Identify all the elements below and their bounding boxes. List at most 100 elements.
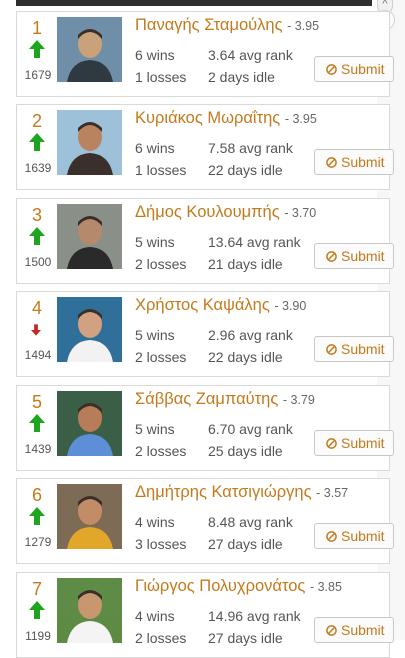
player-score: - 3.95 [287, 19, 320, 33]
losses-count: 2 losses [135, 256, 187, 272]
rank-number: 4 [31, 298, 42, 318]
wins-count: 4 wins [135, 514, 175, 530]
player-card: 7 1199 Γιώργος Πολυχρονάτος - 3.85 4 wins 2 … [16, 572, 394, 658]
player-name[interactable]: Παναγής Σταμούλης - 3.95 [135, 16, 319, 35]
wins-count: 5 wins [135, 421, 175, 437]
player-card: 5 1439 Σάββας Ζαμπαύτης - 3.79 5 wins 2 loss… [16, 385, 394, 471]
player-card: 6 1279 Δημήτρης Κατσιγιώργης - 3.57 4 wins 3… [16, 478, 394, 564]
wins-count: 6 wins [135, 140, 175, 156]
avg-rank: 3.64 avg rank [208, 47, 293, 63]
player-card: 1 1679 Παναγής Σταμούλης - 3.95 6 wins 1 los… [16, 11, 394, 97]
rating-value: 1679 [24, 68, 52, 82]
player-avatar [57, 204, 122, 269]
player-card: 4 1494 Χρήστος Καψάλης - 3.90 5 wins 2 losse… [16, 291, 394, 377]
rating-value: 1494 [24, 348, 52, 362]
losses-count: 2 losses [135, 349, 187, 365]
rating-value: 1439 [24, 442, 52, 456]
avg-rank: 2.96 avg rank [208, 327, 293, 343]
arrow-up-icon [29, 601, 45, 619]
submit-label[interactable]: Submit [341, 248, 385, 264]
wins-count: 4 wins [135, 608, 175, 624]
submit-label[interactable]: Submit [341, 154, 385, 170]
rank-number: 1 [31, 18, 42, 38]
player-avatar [57, 17, 122, 82]
submit-button[interactable]: Submit [314, 243, 394, 269]
player-score: - 3.70 [284, 206, 317, 220]
player-score: - 3.85 [309, 580, 342, 594]
avg-rank: 8.48 avg rank [208, 514, 293, 530]
days-idle: 25 days idle [208, 443, 283, 459]
submit-label[interactable]: Submit [341, 528, 385, 544]
losses-count: 1 losses [135, 162, 187, 178]
rank-number: 7 [31, 579, 42, 599]
arrow-up-icon [29, 227, 45, 245]
ban-icon [326, 58, 337, 75]
ban-icon [326, 245, 337, 262]
player-name[interactable]: Κυριάκος Μωραΐτης - 3.95 [135, 109, 317, 128]
player-name-text[interactable]: Κυριάκος Μωραΐτης [135, 109, 280, 127]
player-score: - 3.79 [282, 393, 315, 407]
arrow-up-icon [29, 40, 45, 58]
player-card: 2 1639 Κυριάκος Μωραΐτης - 3.95 6 wins 1 los… [16, 104, 394, 190]
player-name-text[interactable]: Παναγής Σταμούλης [135, 16, 283, 34]
arrow-down-icon [31, 323, 41, 336]
submit-button[interactable]: Submit [314, 336, 394, 362]
submit-button[interactable]: Submit [314, 149, 394, 175]
days-idle: 2 days idle [208, 69, 275, 85]
player-name-text[interactable]: Δημήτρης Κατσιγιώργης [135, 483, 312, 501]
submit-label[interactable]: Submit [341, 61, 385, 77]
avg-rank: 14.96 avg rank [208, 608, 301, 624]
wins-count: 6 wins [135, 47, 175, 63]
days-idle: 21 days idle [208, 256, 283, 272]
ban-icon [326, 151, 337, 168]
player-name-text[interactable]: Χρήστος Καψάλης [135, 296, 270, 314]
player-avatar [57, 297, 122, 362]
player-name[interactable]: Δήμος Κουλουμπής - 3.70 [135, 203, 316, 222]
submit-button[interactable]: Submit [314, 617, 394, 643]
player-name-text[interactable]: Δήμος Κουλουμπής [135, 203, 280, 221]
ranking-list: 1 1679 Παναγής Σταμούλης - 3.95 6 wins 1 los… [0, 0, 405, 658]
player-name[interactable]: Γιώργος Πολυχρονάτος - 3.85 [135, 577, 342, 596]
arrow-up-icon [29, 414, 45, 432]
ban-icon [326, 619, 337, 636]
rating-value: 1279 [24, 535, 52, 549]
submit-label[interactable]: Submit [341, 341, 385, 357]
player-avatar [57, 578, 122, 643]
player-score: - 3.57 [316, 486, 349, 500]
submit-label[interactable]: Submit [341, 622, 385, 638]
days-idle: 27 days idle [208, 630, 283, 646]
player-name-text[interactable]: Σάββας Ζαμπαύτης [135, 390, 278, 408]
rank-number: 5 [31, 392, 42, 412]
avg-rank: 7.58 avg rank [208, 140, 293, 156]
submit-button[interactable]: Submit [314, 56, 394, 82]
player-score: - 3.95 [284, 112, 317, 126]
player-score: - 3.90 [274, 299, 307, 313]
ban-icon [326, 432, 337, 449]
days-idle: 22 days idle [208, 162, 283, 178]
submit-label[interactable]: Submit [341, 435, 385, 451]
ban-icon [326, 525, 337, 542]
avg-rank: 6.70 avg rank [208, 421, 293, 437]
avg-rank: 13.64 avg rank [208, 234, 301, 250]
rank-number: 3 [31, 205, 42, 225]
submit-button[interactable]: Submit [314, 523, 394, 549]
wins-count: 5 wins [135, 234, 175, 250]
rating-value: 1639 [24, 161, 52, 175]
submit-button[interactable]: Submit [314, 430, 394, 456]
losses-count: 2 losses [135, 630, 187, 646]
player-name[interactable]: Χρήστος Καψάλης - 3.90 [135, 296, 306, 315]
arrow-up-icon [29, 133, 45, 151]
rating-value: 1500 [24, 255, 52, 269]
losses-count: 3 losses [135, 536, 187, 552]
rank-number: 2 [31, 111, 42, 131]
player-avatar [57, 391, 122, 456]
player-name[interactable]: Σάββας Ζαμπαύτης - 3.79 [135, 390, 315, 409]
player-card: 3 1500 Δήμος Κουλουμπής - 3.70 5 wins 2 loss… [16, 198, 394, 284]
losses-count: 2 losses [135, 443, 187, 459]
rating-value: 1199 [25, 629, 51, 643]
player-name-text[interactable]: Γιώργος Πολυχρονάτος [135, 577, 305, 595]
days-idle: 22 days idle [208, 349, 283, 365]
wins-count: 5 wins [135, 327, 175, 343]
player-name[interactable]: Δημήτρης Κατσιγιώργης - 3.57 [135, 483, 348, 502]
player-avatar [57, 110, 122, 175]
